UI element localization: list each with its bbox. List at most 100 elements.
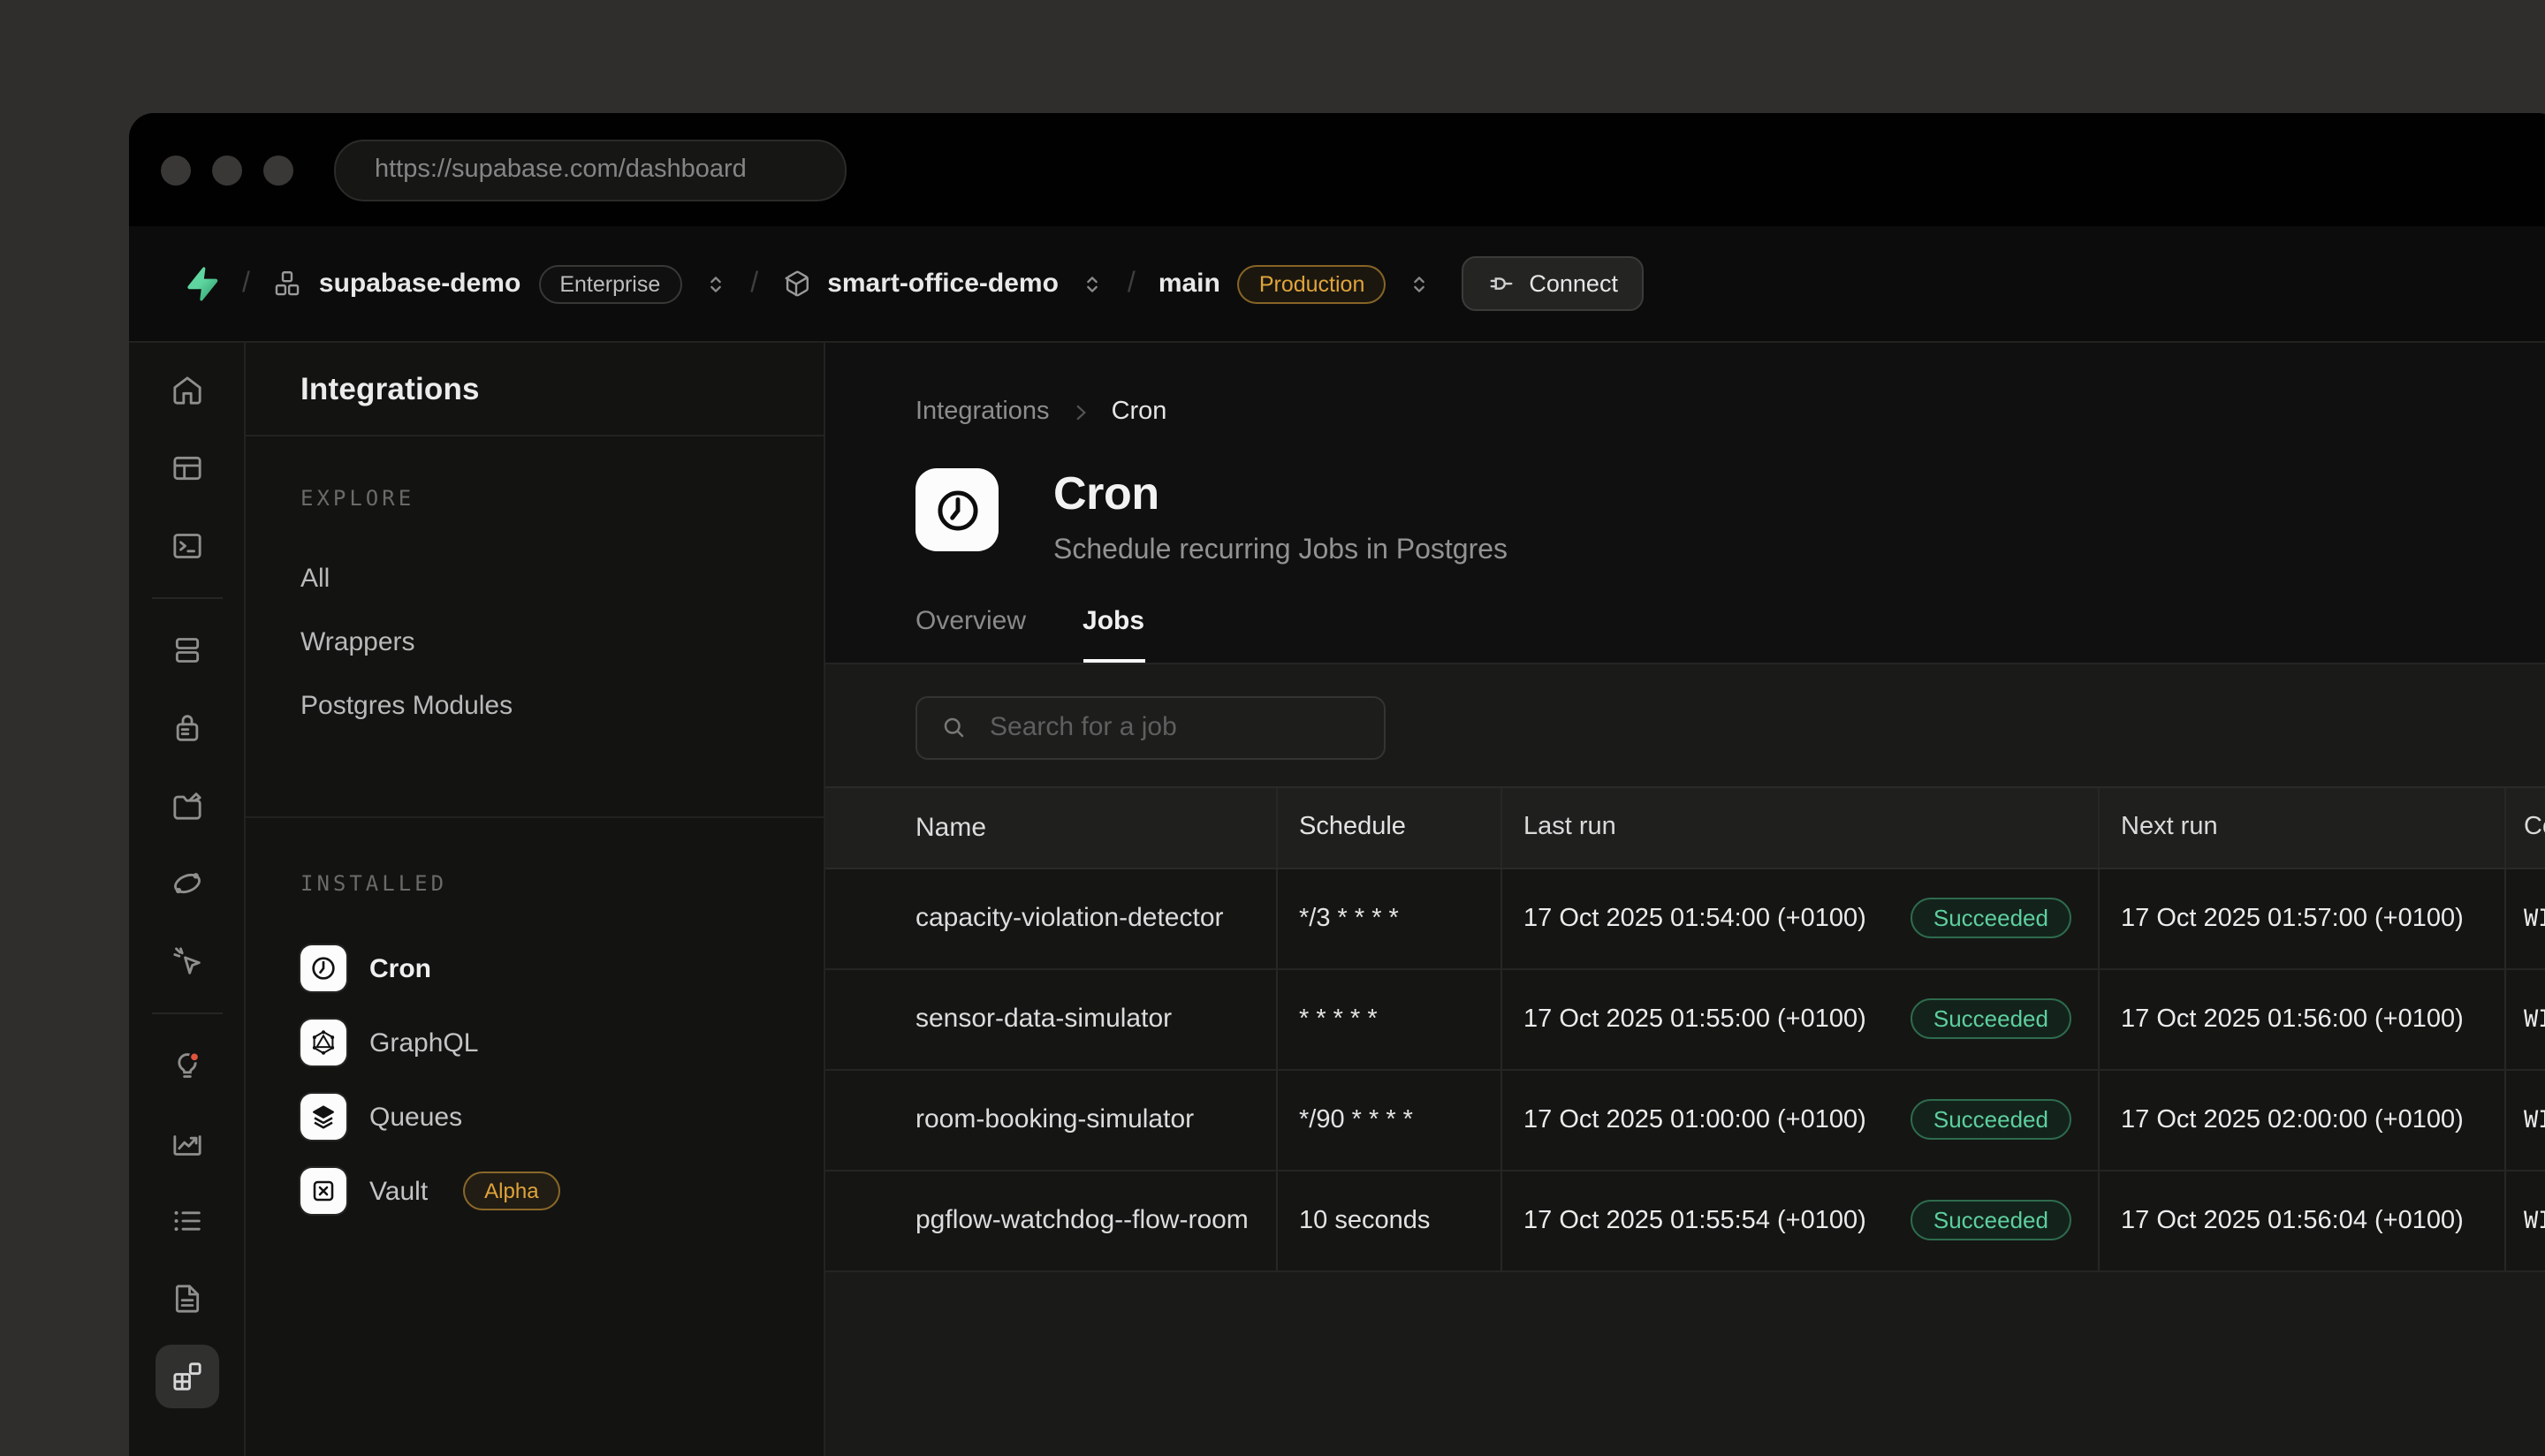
job-next-run: 17 Oct 2025 01:56:04 (+0100) (2098, 1171, 2504, 1270)
nav-sql-editor-icon[interactable] (155, 514, 218, 578)
table-row[interactable]: sensor-data-simulator * * * * * 17 Oct 2… (825, 969, 2545, 1070)
nav-storage-icon[interactable] (155, 774, 218, 838)
integrations-sidebar: Integrations EXPLORE All Wrappers Postgr… (246, 343, 825, 1456)
project-icon (781, 269, 811, 299)
column-header-schedule: Schedule (1276, 787, 1500, 867)
connect-button[interactable]: Connect (1462, 256, 1645, 311)
sidebar-item-cron[interactable]: Cron (300, 931, 769, 1005)
url-text: https://supabase.com/dashboard (375, 155, 747, 184)
nav-reports-icon[interactable] (155, 1111, 218, 1175)
status-badge: Succeeded (1911, 998, 2071, 1039)
status-badge: Succeeded (1911, 1200, 2071, 1240)
browser-window: https://supabase.com/dashboard / supabas… (129, 113, 2545, 1456)
breadcrumb: Integrations Cron (915, 343, 2545, 426)
connect-button-label: Connect (1529, 270, 1618, 297)
job-last-run: 17 Oct 2025 01:55:54 (+0100) Succeeded (1500, 1171, 2098, 1270)
nav-auth-icon[interactable] (155, 696, 218, 760)
organization-icon (273, 269, 303, 299)
graphql-icon (300, 1020, 346, 1065)
rail-divider (151, 1012, 222, 1014)
table-row[interactable]: room-booking-simulator */90 * * * * 17 O… (825, 1070, 2545, 1171)
job-next-run: 17 Oct 2025 01:56:00 (+0100) (2098, 969, 2504, 1068)
nav-table-editor-icon[interactable] (155, 436, 218, 500)
supabase-logo-icon[interactable] (182, 265, 219, 302)
app-header: / supabase-demo Enterprise / smart-o (129, 226, 2545, 343)
breadcrumb-cron: Cron (1112, 398, 1167, 426)
job-command: WITH (2504, 868, 2545, 967)
table-row[interactable]: capacity-violation-detector */3 * * * * … (825, 868, 2545, 969)
sidebar-item-vault[interactable]: Vault Alpha (300, 1154, 769, 1228)
sidebar-item-queues[interactable]: Queues (300, 1080, 769, 1154)
search-input[interactable] (986, 710, 1347, 744)
tab-jobs[interactable]: Jobs (1083, 605, 1144, 662)
nav-realtime-icon[interactable] (155, 929, 218, 993)
job-command: WITH (2504, 969, 2545, 1068)
job-schedule: * * * * * (1276, 969, 1500, 1068)
org-switcher-chevrons-icon[interactable] (703, 271, 727, 296)
job-name: room-booking-simulator (825, 1070, 1276, 1169)
window-minimize-button[interactable] (212, 155, 242, 185)
breadcrumb-separator: / (1128, 268, 1136, 300)
sidebar-item-wrappers[interactable]: Wrappers (300, 610, 769, 673)
project-switcher-chevrons-icon[interactable] (1080, 271, 1105, 296)
search-icon (940, 714, 967, 740)
cron-clock-icon (300, 945, 346, 991)
job-schedule: */90 * * * * (1276, 1070, 1500, 1169)
integration-hero: Cron Schedule recurring Jobs in Postgres (915, 468, 2545, 566)
tab-overview[interactable]: Overview (915, 605, 1026, 662)
status-badge: Succeeded (1911, 1099, 2071, 1140)
job-schedule: */3 * * * * (1276, 868, 1500, 967)
main-content: Integrations Cron Cron Schedule recurrin… (825, 343, 2545, 1456)
job-name: pgflow-watchdog--flow-room (825, 1171, 1276, 1270)
nav-home-icon[interactable] (155, 359, 218, 422)
column-header-last-run: Last run (1500, 787, 2098, 867)
sidebar-title: Integrations (246, 343, 824, 436)
job-name: capacity-violation-detector (825, 868, 1276, 967)
nav-advisors-icon[interactable] (155, 1034, 218, 1097)
sidebar-item-postgres-modules[interactable]: Postgres Modules (300, 673, 769, 737)
breadcrumb-integrations[interactable]: Integrations (915, 398, 1050, 426)
queues-layers-icon (300, 1094, 346, 1140)
org-plan-badge: Enterprise (538, 264, 681, 303)
tab-bar: Overview Jobs (915, 605, 2545, 662)
sidebar-item-graphql[interactable]: GraphQL (300, 1005, 769, 1080)
nav-integrations-icon[interactable] (155, 1345, 218, 1408)
nav-rail (129, 343, 246, 1456)
table-row[interactable]: pgflow-watchdog--flow-room 10 seconds 17… (825, 1171, 2545, 1271)
nav-logs-icon[interactable] (155, 1189, 218, 1253)
installed-section: INSTALLED Cron GraphQL (246, 818, 824, 1228)
column-header-name: Name (825, 787, 1276, 867)
jobs-table: Name Schedule Last run Next run Command … (825, 785, 2545, 1271)
plug-icon (1488, 270, 1515, 297)
page-title: Cron (1053, 468, 1508, 519)
job-schedule: 10 seconds (1276, 1171, 1500, 1270)
chevron-right-icon (1069, 400, 1092, 423)
org-name[interactable]: supabase-demo (319, 269, 520, 299)
nav-api-docs-icon[interactable] (155, 1267, 218, 1331)
browser-chrome-bar: https://supabase.com/dashboard (129, 113, 2545, 226)
job-search-field[interactable] (915, 695, 1386, 759)
nav-database-icon[interactable] (155, 618, 218, 682)
branch-switcher-chevrons-icon[interactable] (1407, 271, 1432, 296)
status-badge: Succeeded (1911, 898, 2071, 938)
explore-section-label: EXPLORE (300, 486, 769, 511)
installed-section-label: INSTALLED (300, 871, 769, 896)
job-name: sensor-data-simulator (825, 969, 1276, 1068)
sidebar-item-all[interactable]: All (300, 546, 769, 610)
page-subtitle: Schedule recurring Jobs in Postgres (1053, 535, 1508, 566)
cron-hero-clock-icon (915, 468, 999, 551)
vault-alpha-badge: Alpha (463, 1172, 559, 1210)
window-close-button[interactable] (161, 155, 191, 185)
table-header-row: Name Schedule Last run Next run Command (825, 785, 2545, 868)
breadcrumb-separator: / (750, 268, 758, 300)
breadcrumb-separator: / (242, 268, 250, 300)
nav-edge-functions-icon[interactable] (155, 852, 218, 915)
project-name[interactable]: smart-office-demo (827, 269, 1059, 299)
window-zoom-button[interactable] (263, 155, 293, 185)
desktop-background: https://supabase.com/dashboard / supabas… (0, 0, 2545, 1431)
url-bar[interactable]: https://supabase.com/dashboard (334, 139, 847, 201)
branch-name[interactable]: main (1159, 269, 1220, 299)
column-header-next-run: Next run (2098, 787, 2504, 867)
job-last-run: 17 Oct 2025 01:00:00 (+0100) Succeeded (1500, 1070, 2098, 1169)
column-header-command: Command (2504, 787, 2545, 867)
